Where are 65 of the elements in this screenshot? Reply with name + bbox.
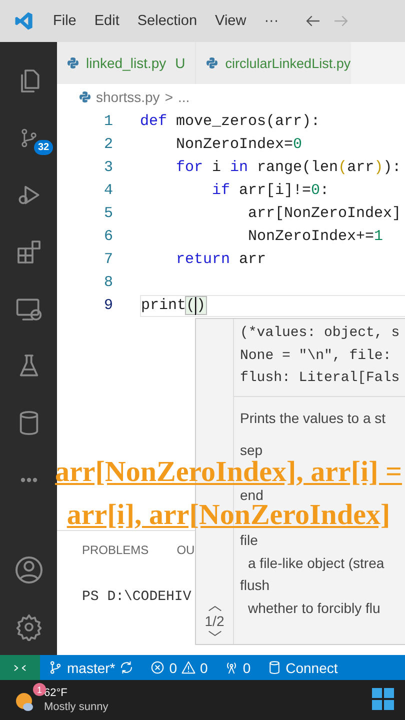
parameter-name: flush	[240, 576, 270, 595]
breadcrumb-item[interactable]: ...	[178, 89, 190, 105]
terminal-prompt: PS D:\CODEHIV	[82, 589, 192, 605]
parameter-name: file	[240, 531, 258, 550]
line-number: 3	[102, 159, 113, 176]
error-icon[interactable]	[150, 660, 166, 675]
python-file-icon	[79, 91, 91, 103]
panel-tab[interactable]: PROBLEMS	[82, 543, 149, 563]
branch-name[interactable]: master*	[67, 660, 116, 676]
notification-badge: 1	[33, 683, 46, 696]
code-line: NonZeroIndex=0	[175, 135, 304, 155]
python-file-icon	[67, 57, 79, 69]
line-number: 1	[102, 113, 113, 130]
extensions-icon[interactable]	[14, 238, 42, 266]
menu-item[interactable]: Edit	[85, 13, 128, 29]
breadcrumb-item[interactable]: shortss.py	[96, 89, 160, 105]
menu-item[interactable]: View	[206, 13, 256, 29]
python-file-icon	[206, 57, 218, 69]
signature-line: (*values: object, s	[240, 324, 401, 343]
code-line: print()	[140, 294, 405, 316]
menu-item[interactable]: Selection	[128, 13, 206, 29]
code-line: for i in range(len(arr)):	[175, 158, 402, 178]
parameter-doc: whether to forcibly flu	[247, 598, 380, 618]
line-number: 8	[102, 274, 113, 291]
editor-tab[interactable]: linked_list.py U	[57, 42, 196, 84]
weather-condition: Mostly sunny	[44, 700, 108, 714]
settings-icon[interactable]	[14, 612, 42, 640]
code-line: return arr	[175, 250, 268, 270]
line-number: 5	[102, 205, 113, 222]
overload-pager: 1/2	[204, 613, 224, 629]
parameter-doc: a file-like object (strea	[247, 554, 384, 573]
menu-item[interactable]: File	[44, 13, 86, 29]
warning-icon[interactable]	[181, 660, 196, 675]
chevron-up-icon[interactable]	[208, 604, 222, 613]
parameter-name: sep	[240, 441, 263, 460]
database-icon[interactable]	[266, 660, 282, 675]
notification-badge: 32	[34, 140, 54, 155]
start-button-icon[interactable]	[372, 688, 394, 710]
signature-line: flush: Literal[Fals	[240, 369, 401, 388]
account-icon[interactable]	[14, 554, 44, 584]
panel-tab[interactable]: OU	[176, 543, 195, 563]
menu-item[interactable]: ···	[255, 13, 288, 29]
line-number: 7	[102, 251, 113, 268]
editor-tab[interactable]: circlularLinkedList.py	[196, 42, 351, 84]
code-line: def move_zeros(arr):	[140, 112, 322, 132]
code-line: arr[NonZeroIndex]	[247, 204, 402, 224]
description-text: Prints the values to a st	[240, 408, 386, 428]
weather-icon[interactable]	[16, 692, 33, 712]
signature-line: None = "\n", file:	[240, 346, 392, 366]
line-number: 6	[102, 228, 113, 245]
line-number: 2	[102, 136, 113, 153]
code-line: NonZeroIndex+=1	[247, 227, 384, 247]
code-line: if arr[i]!=0:	[211, 181, 330, 201]
branch-icon[interactable]	[48, 660, 63, 675]
ports-count[interactable]: 0	[242, 660, 251, 676]
chevron-down-icon[interactable]	[208, 629, 222, 638]
line-number: 9	[102, 297, 113, 314]
warning-count[interactable]: 0	[200, 660, 208, 676]
line-number: 4	[102, 182, 113, 199]
sync-icon[interactable]	[119, 660, 134, 675]
app-logo	[14, 11, 34, 31]
temperature: 62°F	[44, 686, 68, 700]
error-count[interactable]: 0	[169, 660, 178, 676]
breadcrumb-separator: >	[164, 89, 173, 105]
connect-button[interactable]: Connect	[286, 660, 338, 676]
